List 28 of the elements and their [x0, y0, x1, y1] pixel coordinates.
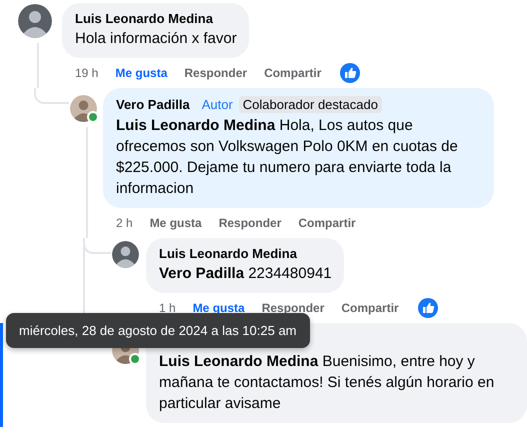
action-link[interactable]: Responder — [218, 216, 282, 230]
thread-connector — [34, 88, 69, 104]
action-link[interactable]: Compartir — [341, 301, 399, 315]
like-icon[interactable] — [418, 298, 438, 318]
contributor-badge: Colaborador destacado — [238, 96, 382, 113]
online-dot — [87, 111, 99, 123]
comment-time[interactable]: 1 h — [159, 301, 176, 315]
author-name[interactable]: Luis Leonardo Medina — [75, 11, 213, 26]
action-link[interactable]: Compartir — [298, 216, 356, 230]
action-link[interactable]: Me gusta — [150, 216, 202, 230]
avatar[interactable] — [18, 4, 52, 38]
author-name[interactable]: Luis Leonardo Medina — [159, 246, 297, 261]
comment-text: Luis Leonardo Medina Buenisimo, entre hoy y mañana te contactamos! Si tenés algún horario en particular avisame — [159, 352, 496, 414]
comment-text: Luis Leonardo Medina Hola, Los autos que ofrecemos son Volkswagen Polo 0KM en cuotas de $225.000. Dejame tu numero para enviarte toda la informacion — [116, 116, 459, 199]
comment-time[interactable]: 2 h — [116, 216, 133, 230]
action-link[interactable]: Compartir — [264, 66, 322, 80]
author-label: Autor — [202, 97, 233, 112]
comment-text: Hola información x favor — [75, 29, 237, 49]
comment-text: Vero Padilla 2234480941 — [159, 264, 332, 284]
author-name[interactable]: Vero Padilla — [116, 97, 190, 112]
comment-time[interactable]: 19 h — [75, 66, 98, 80]
action-link[interactable]: Responder — [184, 66, 248, 80]
action-link[interactable]: Responder — [262, 301, 324, 315]
avatar[interactable] — [112, 241, 139, 268]
action-link[interactable]: Me gusta — [115, 66, 168, 80]
timestamp-tooltip: miércoles, 28 de agosto de 2024 a las 10:25 am — [6, 313, 310, 348]
online-dot — [129, 353, 141, 365]
like-icon[interactable] — [340, 63, 360, 83]
